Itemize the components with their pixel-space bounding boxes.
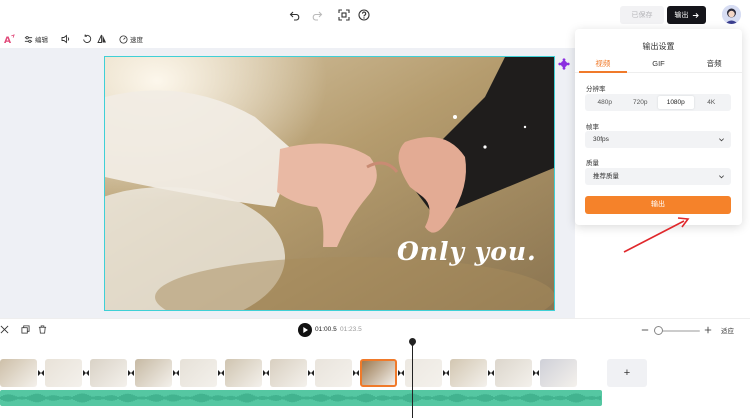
- export-confirm-button[interactable]: 输出: [585, 196, 731, 214]
- chevron-down-icon: [718, 173, 725, 180]
- video-caption: Only you.: [397, 237, 537, 266]
- transition-icon[interactable]: [38, 370, 44, 376]
- saved-status-button[interactable]: 已保存: [620, 6, 664, 24]
- timeline: 01:00.5 / 01:23.5 适应 +: [0, 318, 750, 418]
- zoom-out-icon[interactable]: [641, 326, 651, 336]
- time-separator: /: [334, 326, 336, 333]
- timeline-clip[interactable]: [135, 359, 172, 387]
- transition-icon[interactable]: [353, 370, 359, 376]
- user-avatar[interactable]: [722, 5, 741, 24]
- resolution-option-720p[interactable]: 720p: [623, 96, 659, 109]
- framerate-value: 30fps: [593, 136, 609, 143]
- timeline-clip[interactable]: [90, 359, 127, 387]
- audio-waveform: [0, 393, 601, 403]
- tab-video[interactable]: 视频: [575, 57, 631, 73]
- top-bar: 已保存 输出: [0, 0, 750, 30]
- undo-icon[interactable]: [289, 9, 301, 21]
- export-label: 输出: [674, 12, 689, 19]
- fit-button[interactable]: 适应: [721, 325, 734, 335]
- video-preview[interactable]: Only you.: [104, 56, 555, 311]
- zoom-slider-handle[interactable]: [654, 326, 663, 335]
- audio-track[interactable]: [0, 390, 602, 406]
- timeline-clip[interactable]: [0, 359, 37, 387]
- transition-icon[interactable]: [218, 370, 224, 376]
- resolution-label: 分辨率: [586, 86, 606, 93]
- quality-select[interactable]: 推荐质量: [585, 168, 731, 185]
- timeline-clip[interactable]: [180, 359, 217, 387]
- quality-value: 推荐质量: [593, 173, 619, 180]
- resolution-option-1080p[interactable]: 1080p: [658, 96, 694, 109]
- duplicate-icon[interactable]: [21, 325, 31, 335]
- add-clip-button[interactable]: +: [607, 359, 647, 387]
- framerate-label: 帧率: [586, 124, 599, 131]
- timeline-clip[interactable]: [45, 359, 82, 387]
- close-icon[interactable]: [0, 325, 10, 335]
- saved-label: 已保存: [631, 12, 653, 19]
- rotate-icon[interactable]: [82, 33, 92, 45]
- zoom-in-icon[interactable]: [704, 326, 714, 336]
- transition-icon[interactable]: [488, 370, 494, 376]
- transition-icon[interactable]: [533, 370, 539, 376]
- transition-icon[interactable]: [443, 370, 449, 376]
- screen-fit-icon[interactable]: [338, 9, 350, 21]
- framerate-select[interactable]: 30fps: [585, 131, 731, 148]
- speed-label: 速度: [130, 37, 143, 44]
- total-time: 01:23.5: [340, 326, 362, 333]
- flip-icon[interactable]: [97, 33, 107, 45]
- timeline-clip[interactable]: [450, 359, 487, 387]
- video-preview-image: [105, 57, 554, 310]
- transition-icon[interactable]: [83, 370, 89, 376]
- ai-edit-icon[interactable]: A: [4, 33, 15, 45]
- speed-tool[interactable]: 速度: [119, 33, 143, 45]
- transition-icon[interactable]: [173, 370, 179, 376]
- help-icon[interactable]: [358, 9, 370, 21]
- svg-text:A: A: [4, 35, 12, 45]
- speedometer-icon: [119, 34, 128, 44]
- tab-gif[interactable]: GIF: [631, 57, 687, 72]
- sliders-icon: [24, 35, 33, 44]
- delete-icon[interactable]: [38, 325, 48, 335]
- playhead-handle[interactable]: [407, 336, 418, 347]
- transition-icon[interactable]: [128, 370, 134, 376]
- resolution-option-480p[interactable]: 480p: [587, 96, 623, 109]
- resolution-option-4k[interactable]: 4K: [694, 96, 730, 109]
- export-tabs: 视频 GIF 音频: [575, 57, 742, 73]
- timeline-clip[interactable]: [540, 359, 577, 387]
- edit-tool[interactable]: 编辑: [24, 33, 48, 45]
- timeline-clip[interactable]: [270, 359, 307, 387]
- play-button[interactable]: [298, 323, 312, 337]
- element-settings-icon[interactable]: [558, 58, 570, 70]
- resolution-selector: 480p 720p 1080p 4K: [585, 94, 731, 111]
- timeline-clip[interactable]: [225, 359, 262, 387]
- chevron-down-icon: [718, 136, 725, 143]
- edit-toolbar: A 编辑 速度: [0, 30, 575, 48]
- export-settings-panel: 输出设置 视频 GIF 音频 分辨率 480p 720p 1080p 4K 帧率…: [575, 29, 742, 225]
- timeline-clip[interactable]: [495, 359, 532, 387]
- timeline-clip[interactable]: [405, 359, 442, 387]
- transition-icon[interactable]: [308, 370, 314, 376]
- playhead[interactable]: [412, 339, 413, 418]
- waveform-bars: [0, 393, 601, 403]
- quality-label: 质量: [586, 160, 599, 167]
- redo-icon[interactable]: [311, 9, 323, 21]
- transition-icon[interactable]: [398, 370, 404, 376]
- edit-label: 编辑: [35, 37, 48, 44]
- export-button[interactable]: 输出: [667, 6, 706, 24]
- play-icon: [303, 327, 308, 333]
- arrow-right-icon: [692, 12, 699, 19]
- volume-icon[interactable]: [61, 33, 71, 45]
- timeline-clip[interactable]: [315, 359, 352, 387]
- tab-audio[interactable]: 音频: [686, 57, 742, 72]
- transition-icon[interactable]: [263, 370, 269, 376]
- annotation-arrow-icon: [623, 217, 690, 253]
- export-panel-title: 输出设置: [642, 42, 675, 51]
- timeline-clip[interactable]: [360, 359, 397, 387]
